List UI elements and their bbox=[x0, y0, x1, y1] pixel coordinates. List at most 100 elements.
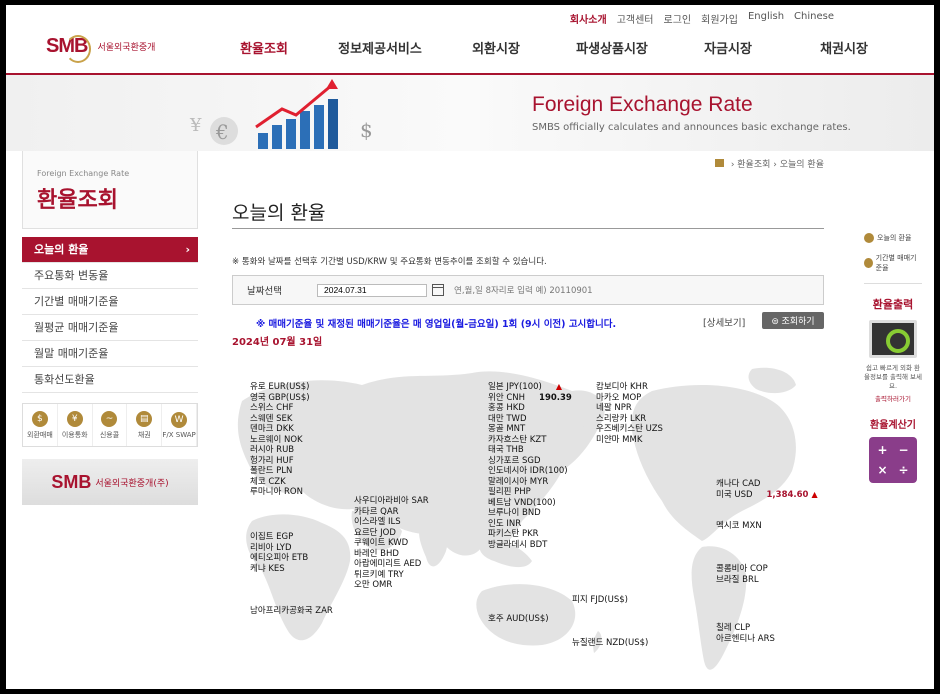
currency-twd[interactable]: 대만 TWD bbox=[488, 414, 572, 425]
quick-currencies[interactable]: ¥ 이용통화 bbox=[58, 404, 93, 446]
currency-gbp[interactable]: 영국 GBP(US$) bbox=[250, 393, 310, 404]
currency-jod[interactable]: 요르단 JOD bbox=[354, 528, 429, 539]
currency-hkd[interactable]: 홍콩 HKD bbox=[488, 403, 572, 414]
currency-aud[interactable]: 호주 AUD(US$) bbox=[488, 614, 549, 625]
nav-derivatives[interactable]: 파생상품시장 bbox=[554, 38, 670, 57]
currency-nok[interactable]: 노르웨이 NOK bbox=[250, 435, 310, 446]
currency-kwd[interactable]: 쿠웨이트 KWD bbox=[354, 538, 429, 549]
currency-pkr[interactable]: 파키스탄 PKR bbox=[488, 529, 572, 540]
currency-idr[interactable]: 인도네시아 IDR(100) bbox=[488, 466, 572, 477]
currency-myr[interactable]: 말레이시아 MYR bbox=[488, 477, 572, 488]
currency-php[interactable]: 필리핀 PHP bbox=[488, 487, 572, 498]
currency-usd[interactable]: 미국 USD 1,384.60 ▲ bbox=[716, 490, 818, 501]
quick-call[interactable]: ~ 신용콜 bbox=[93, 404, 128, 446]
currency-chf[interactable]: 스위스 CHF bbox=[250, 403, 310, 414]
currency-clp[interactable]: 칠레 CLP bbox=[716, 623, 775, 634]
side-nav-item-monthly-avg[interactable]: 월평균 매매기준율 bbox=[22, 315, 198, 341]
currency-qar[interactable]: 카타르 QAR bbox=[354, 507, 429, 518]
currency-ils[interactable]: 이스라엘 ILS bbox=[354, 517, 429, 528]
util-customer-center[interactable]: 고객센터 bbox=[617, 11, 654, 26]
currency-ars[interactable]: 아르헨티나 ARS bbox=[716, 634, 775, 645]
quick-fx-swap[interactable]: W F/X SWAP bbox=[162, 404, 197, 446]
currency-kzt[interactable]: 카자흐스탄 KZT bbox=[488, 435, 572, 446]
currency-egp[interactable]: 이집트 EGP bbox=[250, 532, 308, 543]
nav-info-service[interactable]: 정보제공서비스 bbox=[322, 38, 438, 57]
calendar-icon[interactable] bbox=[432, 284, 444, 296]
date-input[interactable] bbox=[317, 283, 427, 297]
currency-vnd[interactable]: 베트남 VND(100) bbox=[488, 498, 572, 509]
currency-mop[interactable]: 마카오 MOP bbox=[596, 393, 663, 404]
currency-lkr[interactable]: 스리랑카 LKR bbox=[596, 414, 663, 425]
page: 회사소개 고객센터 로그인 회원가입 English Chinese SMB 서… bbox=[6, 5, 934, 689]
currency-try[interactable]: 튀르키예 TRY bbox=[354, 570, 429, 581]
currency-bhd[interactable]: 바레인 BHD bbox=[354, 549, 429, 560]
nav-exchange-rate[interactable]: 환율조회 bbox=[206, 38, 322, 57]
currency-bnd[interactable]: 브루나이 BND bbox=[488, 508, 572, 519]
currency-pln[interactable]: 폴란드 PLN bbox=[250, 466, 310, 477]
region-north-america: 캐나다 CAD 미국 USD 1,384.60 ▲ bbox=[716, 479, 818, 500]
currency-jpy[interactable]: 일본 JPY(100) ▲ bbox=[488, 382, 572, 393]
currency-kes[interactable]: 케냐 KES bbox=[250, 564, 308, 575]
right-link-period[interactable]: 기간별 매매기준율 bbox=[864, 253, 922, 273]
currency-thb[interactable]: 태국 THB bbox=[488, 445, 572, 456]
currency-zar[interactable]: 남아프리카공화국 ZAR bbox=[250, 606, 333, 617]
currency-npr[interactable]: 네팔 NPR bbox=[596, 403, 663, 414]
side-nav-item-today-rate[interactable]: 오늘의 환율 bbox=[22, 237, 198, 263]
currency-uzs[interactable]: 우즈베키스탄 UZS bbox=[596, 424, 663, 435]
currency-aed[interactable]: 아랍에미리트 AED bbox=[354, 559, 429, 570]
currency-rub[interactable]: 러시아 RUB bbox=[250, 445, 310, 456]
currency-inr[interactable]: 인도 INR bbox=[488, 519, 572, 530]
nav-fx-market[interactable]: 외환시장 bbox=[438, 38, 554, 57]
print-box[interactable]: 환율출력 쉽고 빠르게 외화 환율정보를 출력해 보세요. 출력하러가기 bbox=[864, 283, 922, 404]
currency-lyd[interactable]: 리비아 LYD bbox=[250, 543, 308, 554]
currency-mmk[interactable]: 미얀마 MMK bbox=[596, 435, 663, 446]
util-login[interactable]: 로그인 bbox=[664, 11, 692, 26]
currency-mxn[interactable]: 멕시코 MXN bbox=[716, 521, 762, 532]
currency-cop[interactable]: 콜롬비아 COP bbox=[716, 564, 768, 575]
util-chinese[interactable]: Chinese bbox=[794, 11, 834, 26]
util-join[interactable]: 회원가입 bbox=[701, 11, 738, 26]
currency-fjd[interactable]: 피지 FJD(US$) bbox=[572, 595, 628, 606]
currency-dkk[interactable]: 덴마크 DKK bbox=[250, 424, 310, 435]
svg-text:¥: ¥ bbox=[189, 115, 202, 136]
logo[interactable]: SMB 서울외국환중개 bbox=[46, 35, 155, 63]
currency-etb[interactable]: 에티오피아 ETB bbox=[250, 553, 308, 564]
side-nav-item-month-end[interactable]: 월말 매매기준율 bbox=[22, 341, 198, 367]
smb-banner[interactable]: SMB 서울외국환중개(주) bbox=[22, 459, 198, 505]
currency-cad[interactable]: 캐나다 CAD bbox=[716, 479, 818, 490]
currency-mnt[interactable]: 몽골 MNT bbox=[488, 424, 572, 435]
util-company[interactable]: 회사소개 bbox=[570, 11, 607, 26]
query-button[interactable]: ⊜ 조회하기 bbox=[762, 312, 824, 329]
currency-sar[interactable]: 사우디아라비아 SAR bbox=[354, 496, 429, 507]
home-icon[interactable] bbox=[714, 159, 724, 167]
util-english[interactable]: English bbox=[748, 11, 784, 26]
currency-czk[interactable]: 체코 CZK bbox=[250, 477, 310, 488]
side-nav-item-major-change[interactable]: 주요통화 변동율 bbox=[22, 263, 198, 289]
side-nav-item-period-rate[interactable]: 기간별 매매기준율 bbox=[22, 289, 198, 315]
detail-link[interactable]: [상세보기] bbox=[703, 315, 745, 329]
currency-omr[interactable]: 오만 OMR bbox=[354, 580, 429, 591]
currency-brl[interactable]: 브라질 BRL bbox=[716, 575, 768, 586]
calculator-title: 환율계산기 bbox=[870, 420, 916, 431]
quick-fx-trade[interactable]: $ 외환매매 bbox=[23, 404, 58, 446]
currency-ron[interactable]: 루마니아 RON bbox=[250, 487, 310, 498]
currency-bdt[interactable]: 방글라데시 BDT bbox=[488, 540, 572, 551]
currency-khr[interactable]: 캄보디아 KHR bbox=[596, 382, 663, 393]
bar-chart-icon bbox=[864, 258, 873, 268]
currency-cnh[interactable]: 위안 CNH 190.39 bbox=[488, 393, 572, 404]
nav-bond-market[interactable]: 채권시장 bbox=[786, 38, 902, 57]
currency-sgd[interactable]: 싱가포르 SGD bbox=[488, 456, 572, 467]
currency-nzd[interactable]: 뉴질랜드 NZD(US$) bbox=[572, 638, 648, 649]
calculator-box[interactable]: 환율계산기 + − × ÷ bbox=[864, 416, 922, 483]
nav-money-market[interactable]: 자금시장 bbox=[670, 38, 786, 57]
quick-bond[interactable]: ▤ 채권 bbox=[127, 404, 163, 446]
side-nav-item-forward[interactable]: 통화선도환율 bbox=[22, 367, 198, 393]
right-link-today[interactable]: 오늘의 환율 bbox=[864, 233, 922, 243]
monitor-icon bbox=[869, 320, 917, 358]
currency-huf[interactable]: 헝가리 HUF bbox=[250, 456, 310, 467]
breadcrumb-parent[interactable]: 환율조회 bbox=[737, 160, 770, 170]
print-link[interactable]: 출력하러가기 bbox=[864, 395, 922, 404]
currency-sek[interactable]: 스웨덴 SEK bbox=[250, 414, 310, 425]
document-icon: ▤ bbox=[136, 410, 153, 427]
currency-eur[interactable]: 유로 EUR(US$) bbox=[250, 382, 310, 393]
